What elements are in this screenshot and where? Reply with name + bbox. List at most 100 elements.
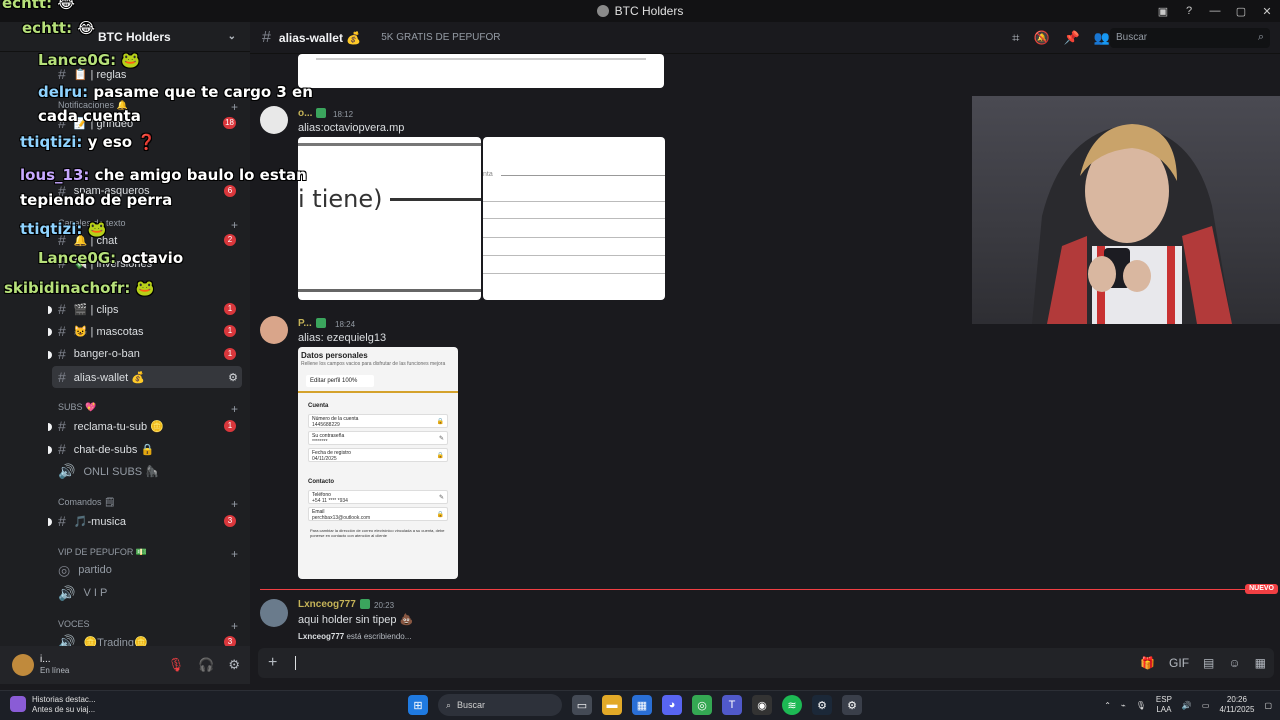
channel-settings-icon[interactable]: ⚙	[228, 371, 238, 384]
sticker-icon[interactable]: ▤	[1203, 656, 1214, 670]
obs-icon[interactable]: ◉	[752, 695, 772, 715]
avatar[interactable]	[260, 316, 288, 344]
channel-reclama-tu-sub[interactable]: # reclama-tu-sub 🪙 1	[52, 415, 242, 437]
channel-spam[interactable]: # spam-asqueros 6	[52, 180, 242, 202]
text-caret	[295, 656, 297, 670]
system-tray: ⌃ ⌁ 🎙 ESP LAA 🔊 ▭ 20:26 4/11/2025 ▢	[1104, 695, 1272, 715]
widget-icon	[10, 696, 26, 712]
mic-muted-icon[interactable]: 🎙	[168, 657, 185, 673]
battery-icon[interactable]: ▭	[1202, 701, 1210, 710]
field-value: perchbax13@outlook.com	[312, 515, 371, 521]
avatar[interactable]	[260, 599, 288, 627]
taskbar-search[interactable]: ⌕ Buscar	[438, 694, 562, 716]
category-subs[interactable]: SUBS 💖 +	[58, 402, 238, 416]
new-messages-badge[interactable]: NUEVO	[1245, 584, 1278, 594]
message-image[interactable]: nta	[483, 137, 665, 300]
new-messages-divider	[260, 589, 1270, 590]
notifications-muted-icon[interactable]: 🔕	[1033, 30, 1049, 46]
channel-label: 📋 | reglas	[73, 68, 127, 81]
message-image[interactable]: Datos personales Rellene los campos vaci…	[298, 347, 458, 579]
channel-musica[interactable]: # 🎵-musica 3	[52, 510, 242, 532]
volume-icon[interactable]: 🔊	[1182, 701, 1192, 710]
spotify-icon[interactable]: ≋	[782, 695, 802, 715]
emoji-icon[interactable]: ☺	[1228, 656, 1240, 670]
channel-mascotas[interactable]: # 😺 | mascotas 1	[52, 320, 242, 342]
news-widget[interactable]: Historias destac... Antes de su viaj...	[10, 695, 96, 715]
channel-partido[interactable]: ◎ partido	[52, 559, 242, 581]
avatar[interactable]	[260, 106, 288, 134]
notifications-icon[interactable]: ▢	[1264, 701, 1272, 710]
clock[interactable]: 20:26 4/11/2025	[1219, 695, 1254, 715]
discord-icon[interactable]: ◕	[662, 695, 682, 715]
attach-plus-icon[interactable]: +	[268, 654, 277, 672]
members-icon[interactable]: 👥	[1094, 30, 1110, 46]
channel-clips[interactable]: # 🎬 | clips 1	[52, 298, 242, 320]
message-image[interactable]	[298, 54, 664, 88]
help-icon[interactable]: ?	[1176, 5, 1202, 17]
threads-icon[interactable]: ⌗	[1012, 30, 1019, 46]
gift-icon[interactable]: 🎁	[1140, 656, 1155, 670]
network-icon[interactable]: ⌁	[1121, 701, 1126, 710]
hash-icon: #	[58, 183, 66, 199]
webcam-overlay	[972, 96, 1280, 324]
message-author[interactable]: Lxnceog777	[298, 599, 370, 610]
language-indicator[interactable]: ESP LAA	[1156, 695, 1172, 715]
steam-icon[interactable]: ⚙	[812, 695, 832, 715]
channel-topic[interactable]: 5K GRATIS DE PEPUFOR	[381, 32, 500, 43]
windows-start-icon[interactable]: ⊞	[408, 695, 428, 715]
channel-alias-wallet[interactable]: # alias-wallet 💰 ⚙	[52, 366, 242, 388]
image-text: nta	[483, 171, 493, 178]
add-channel-icon[interactable]: +	[231, 497, 238, 511]
hash-icon: #	[58, 115, 66, 131]
speaker-icon: 🔊	[58, 462, 76, 479]
gear-icon[interactable]: ⚙	[228, 657, 240, 673]
hash-icon: #	[58, 369, 66, 385]
gif-icon[interactable]: GIF	[1169, 656, 1189, 670]
apps-icon[interactable]: ▦	[1255, 656, 1266, 670]
chevron-down-icon[interactable]: ⌄	[228, 31, 236, 42]
microphone-icon[interactable]: 🎙	[1136, 701, 1146, 710]
minimize-button[interactable]: —	[1202, 5, 1228, 17]
message-composer[interactable]: + 🎁 GIF ▤ ☺ ▦	[258, 648, 1274, 678]
message-image[interactable]: i tiene)	[298, 137, 481, 300]
hash-icon: #	[58, 418, 66, 434]
hash-icon: #	[58, 232, 66, 248]
channel-grindeo[interactable]: # 📝 | grindeo 18	[52, 112, 242, 134]
add-channel-icon[interactable]: +	[231, 402, 238, 416]
settings-icon[interactable]: ⚙	[842, 695, 862, 715]
hash-icon: #	[58, 255, 66, 271]
channel-reglas[interactable]: # 📋 | reglas	[52, 63, 242, 85]
headphones-icon[interactable]: 🎧	[198, 657, 214, 673]
channel-chat[interactable]: # 🔔 | chat 2	[52, 229, 242, 251]
message-author[interactable]: o...	[298, 108, 327, 119]
user-info[interactable]: i... En línea	[40, 654, 69, 676]
chrome-icon[interactable]: ◎	[692, 695, 712, 715]
message-author[interactable]: P...	[298, 318, 326, 329]
category-comandos[interactable]: Comandos 🗒 +	[58, 497, 238, 511]
channel-label: banger-o-ban	[73, 348, 140, 360]
maximize-button[interactable]: ▢	[1228, 5, 1254, 18]
form-subtitle: Rellene los campos vacios para disfrutar…	[301, 361, 446, 367]
channel-banger-o-ban[interactable]: # banger-o-ban 1	[52, 343, 242, 365]
channel-chat-de-subs[interactable]: # chat-de-subs 🔒	[52, 438, 242, 460]
server-header[interactable]: BTC Holders ⌄	[0, 22, 250, 52]
image-text: i tiene)	[298, 185, 383, 213]
avatar[interactable]	[12, 654, 34, 676]
close-button[interactable]: ✕	[1254, 5, 1280, 18]
search-input[interactable]: Buscar ⌕	[1110, 27, 1270, 48]
channel-onli-subs[interactable]: 🔊 ONLI SUBS 🦍	[52, 460, 242, 482]
file-explorer-icon[interactable]: ▬	[602, 695, 622, 715]
inbox-icon[interactable]: ▣	[1150, 5, 1176, 18]
form-field: Número de la cuenta 1445688229 🔒	[308, 414, 448, 428]
channel-vip[interactable]: 🔊 V I P	[52, 582, 242, 604]
form-field: Email perchbax13@outlook.com 🔒	[308, 507, 448, 521]
task-view-icon[interactable]: ▭	[572, 695, 592, 715]
pin-icon[interactable]: 📌	[1064, 30, 1080, 46]
mention-badge: 1	[224, 303, 236, 315]
message-text: aqui holder sin tipep 💩	[298, 614, 414, 626]
teams-icon[interactable]: T	[722, 695, 742, 715]
chevron-up-icon[interactable]: ⌃	[1104, 701, 1111, 710]
field-value: 04/11/2025	[312, 456, 337, 462]
channel-inversiones[interactable]: # 💸 | inversiones	[52, 252, 242, 274]
store-icon[interactable]: ▦	[632, 695, 652, 715]
